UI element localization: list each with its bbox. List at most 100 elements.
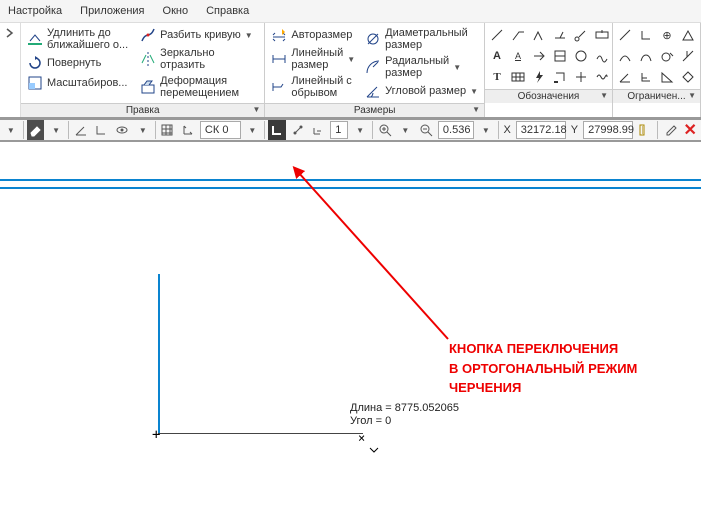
dropdown-caret[interactable]: ▼ [2, 120, 20, 140]
menu-nastroyka[interactable]: Настройка [4, 3, 66, 19]
split-icon [140, 27, 156, 43]
tool-split-curve[interactable]: Разбить кривую ▼ [138, 25, 255, 45]
separator [68, 121, 69, 139]
constr-line[interactable] [615, 25, 635, 45]
tool-linear-dim[interactable]: Линейный размер ▼ [269, 45, 357, 73]
eraser-tool[interactable] [27, 120, 45, 140]
tool-radial-dim[interactable]: Радиальный размер ▼ [363, 53, 480, 81]
chevron-right-icon[interactable] [2, 25, 18, 41]
ribbon: Удлинить до ближайшего о... Повернуть Ма… [0, 23, 701, 118]
menu-help[interactable]: Справка [202, 3, 253, 19]
zoom-caret[interactable]: ▼ [396, 120, 414, 140]
annot-waves[interactable] [592, 46, 612, 66]
deform-icon [140, 79, 156, 95]
annot-table[interactable] [508, 67, 528, 87]
tool-mirror[interactable]: Зеркально отразить [138, 45, 255, 73]
shape-horizontal [158, 433, 363, 434]
num-caret[interactable]: ▼ [351, 120, 369, 140]
annot-arrow[interactable] [529, 46, 549, 66]
caret-icon: ▼ [600, 91, 608, 100]
eraser-caret[interactable]: ▼ [47, 120, 65, 140]
constr-diamond[interactable] [678, 67, 698, 87]
constr-bezier[interactable] [636, 46, 656, 66]
length-readout: Длина = 8775.052065 Угол = 0 [350, 402, 459, 428]
annot-wavy[interactable] [592, 67, 612, 87]
zoom-value[interactable]: 0.536 [438, 121, 474, 139]
menu-apps[interactable]: Приложения [76, 3, 148, 19]
snap-mode1[interactable] [289, 120, 307, 140]
ucs-name[interactable]: СК 0 [200, 121, 241, 139]
annot-circle[interactable] [571, 46, 591, 66]
ucs-toggle[interactable] [179, 120, 197, 140]
panel-annot-caption[interactable]: Обозначения ▼ [485, 89, 612, 103]
tool-deform[interactable]: Деформация перемещением [138, 73, 255, 101]
constr-rightangle[interactable] [636, 67, 656, 87]
linear-break-icon [271, 79, 287, 95]
tool-linear-break-label: Линейный с обрывом [291, 75, 351, 99]
cursor-caret [369, 445, 379, 458]
tool-rotate[interactable]: Повернуть [25, 53, 130, 73]
constr-plus[interactable]: ⊕ [657, 25, 677, 45]
zoom-val-caret[interactable]: ▼ [477, 120, 495, 140]
num-box[interactable]: 1 [330, 121, 348, 139]
annot-cut[interactable] [550, 46, 570, 66]
annot-bolt[interactable] [529, 67, 549, 87]
eyedropper[interactable] [661, 120, 679, 140]
snap-mode2[interactable] [309, 120, 327, 140]
zoom-fit[interactable] [376, 120, 394, 140]
x-value[interactable]: 32172.18 [516, 121, 566, 139]
annot-leader2[interactable] [508, 25, 528, 45]
annot-weld[interactable] [550, 25, 570, 45]
annot-surface[interactable] [529, 25, 549, 45]
tool-angular-dim[interactable]: Угловой размер ▼ [363, 81, 480, 101]
ucs-caret[interactable]: ▼ [244, 120, 262, 140]
constr-perp[interactable] [636, 25, 656, 45]
tool-rotate-label: Повернуть [47, 57, 101, 69]
tool-scale[interactable]: Масштабиров... [25, 73, 130, 93]
cursor-current: × [358, 431, 365, 445]
autosize-icon [271, 27, 287, 43]
diam-icon [365, 31, 381, 47]
panel-edit-caption[interactable]: Правка ▼ [21, 103, 264, 117]
perp-mode[interactable] [93, 120, 111, 140]
constr-angle[interactable] [615, 67, 635, 87]
constr-tangent[interactable] [657, 46, 677, 66]
close-button[interactable]: ✕ [681, 120, 699, 140]
annot-base[interactable] [550, 67, 570, 87]
radial-icon [365, 59, 381, 75]
annot-tol[interactable] [592, 25, 612, 45]
annot-A[interactable]: A [487, 46, 507, 66]
separator [498, 121, 499, 139]
zoom-out[interactable] [417, 120, 435, 140]
tool-extend[interactable]: Удлинить до ближайшего о... [25, 25, 130, 53]
panel-constr-caption[interactable]: Ограничен... ▼ [613, 89, 700, 103]
annot-datum[interactable] [571, 25, 591, 45]
tool-linear-break[interactable]: Линейный с обрывом [269, 73, 357, 101]
panel-dims-caption[interactable]: Размеры ▼ [265, 103, 484, 117]
tool-deform-label: Деформация перемещением [160, 75, 239, 99]
tool-diam-label: Диаметральный размер [385, 27, 468, 51]
annot-leader[interactable] [487, 25, 507, 45]
tool-diam-dim[interactable]: Диаметральный размер [363, 25, 480, 53]
constr-perpline[interactable] [678, 46, 698, 66]
tool-autosize[interactable]: Авторазмер [269, 25, 357, 45]
measure-icon[interactable] [636, 120, 654, 140]
annot-grid: A A T [485, 23, 612, 89]
eye-mode[interactable] [113, 120, 131, 140]
constr-curve[interactable] [615, 46, 635, 66]
angle-mode[interactable] [72, 120, 90, 140]
dropdown-caret2[interactable]: ▼ [134, 120, 152, 140]
caret-icon: ▼ [347, 55, 355, 64]
caret-icon: ▼ [245, 31, 253, 40]
annot-Au[interactable]: A [508, 46, 528, 66]
annot-center[interactable] [571, 67, 591, 87]
annot-T[interactable]: T [487, 67, 507, 87]
drawing-canvas[interactable]: + × Длина = 8775.052065 Угол = 0 КНОПКА … [0, 164, 701, 514]
y-value[interactable]: 27998.99 [583, 121, 633, 139]
grid-toggle[interactable] [158, 120, 176, 140]
ortho-toggle[interactable] [268, 120, 286, 140]
constr-triangle2[interactable] [657, 67, 677, 87]
caret-icon: ▼ [252, 105, 260, 114]
menu-window[interactable]: Окно [159, 3, 193, 19]
constr-triangle[interactable] [678, 25, 698, 45]
